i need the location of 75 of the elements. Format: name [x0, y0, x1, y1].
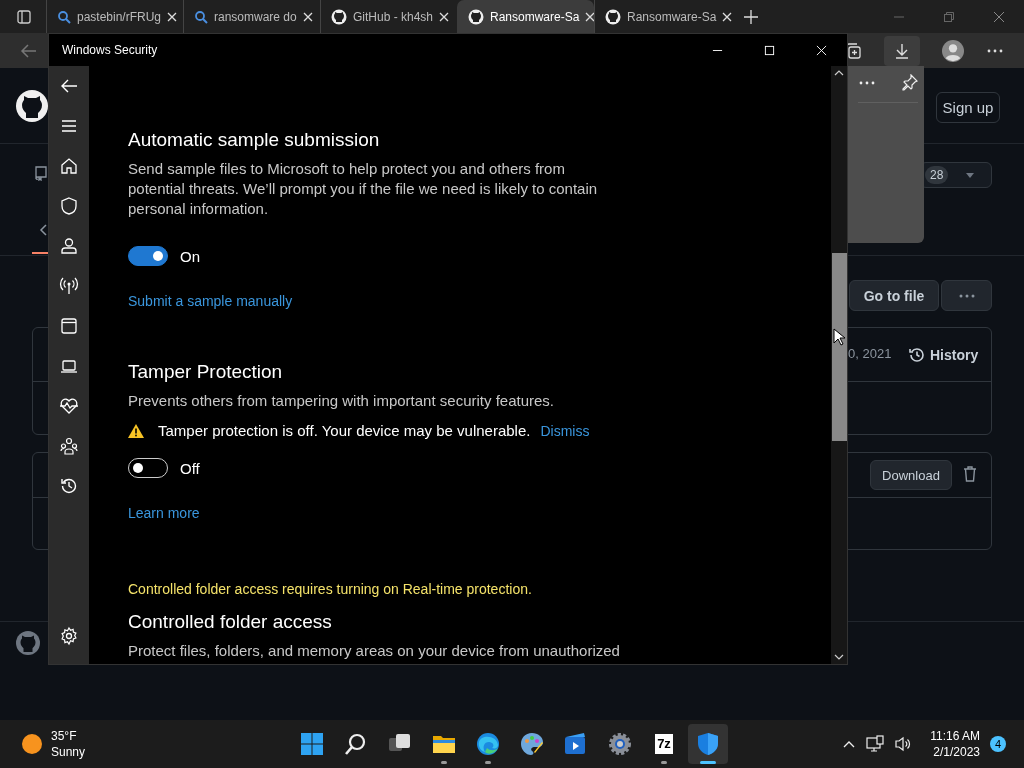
window-title: Windows Security	[62, 43, 158, 57]
more-icon	[957, 293, 976, 298]
warning-text: Tamper protection is off. Your device may be vulnerable.	[158, 421, 531, 441]
link[interactable]: Submit a sample manually	[128, 293, 293, 309]
archiver-icon: 7z	[655, 734, 673, 754]
app-window-icon[interactable]	[59, 316, 79, 336]
toggle-label: Off	[180, 459, 200, 477]
pin-icon[interactable]	[900, 74, 918, 92]
heart-pulse-icon[interactable]	[59, 396, 79, 416]
warning-icon	[128, 424, 144, 438]
gear-icon	[608, 732, 632, 756]
dismiss-link[interactable]: Dismiss	[540, 421, 590, 441]
description-text: Send sample files to Microsoft to help protect you and others from potential threats. We’ll prompt you if the file we need is likely to contain personal information.	[128, 159, 599, 219]
download-icon	[893, 41, 911, 60]
github-icon	[605, 8, 621, 25]
mouse-cursor-icon	[833, 328, 845, 346]
notice-text: Controlled folder access requires turning on Real-time protection.	[128, 580, 533, 599]
trash-icon[interactable]	[963, 466, 977, 482]
person-icon[interactable]	[59, 236, 79, 256]
restore-icon[interactable]	[943, 10, 955, 23]
network-icon[interactable]	[866, 735, 885, 753]
scrollbar-thumb[interactable]	[832, 253, 847, 441]
toggle-switch[interactable]	[128, 246, 168, 266]
downloads-button[interactable]	[884, 35, 920, 66]
history-icon	[908, 346, 926, 364]
notification-badge[interactable]: 4	[990, 736, 1006, 752]
edge-icon	[476, 732, 500, 756]
toggle-label: On	[180, 247, 200, 265]
temperature: 35°F	[51, 728, 78, 744]
search-icon	[344, 732, 368, 756]
antenna-icon[interactable]	[59, 276, 79, 296]
commit-date: 0, 2021	[848, 346, 892, 361]
link[interactable]: Learn more	[128, 505, 200, 521]
maximize-icon[interactable]	[764, 44, 775, 56]
scroll-down-icon[interactable]	[834, 654, 844, 660]
go-to-file-button[interactable]: Go to file	[849, 280, 939, 311]
weather-condition: Sunny	[51, 744, 86, 760]
volume-icon[interactable]	[894, 735, 913, 753]
taskbar-app[interactable]	[688, 724, 728, 764]
caret-icon	[966, 172, 975, 178]
history-icon[interactable]	[59, 476, 79, 496]
chevron-left-icon[interactable]	[39, 224, 47, 236]
family-icon[interactable]	[59, 436, 79, 456]
download-button[interactable]: Download	[870, 460, 952, 490]
search-icon	[57, 9, 71, 24]
count-badge: 28	[925, 166, 949, 184]
repo-icon	[33, 165, 49, 181]
profile-avatar[interactable]	[942, 39, 964, 62]
search-icon	[194, 9, 208, 24]
description-text: Protect files, folders, and memory areas on your device from unauthorized	[128, 641, 621, 661]
shield-icon	[696, 732, 720, 756]
sign-up-button[interactable]: Sign up	[936, 92, 1000, 123]
toggle-switch[interactable]	[128, 458, 168, 478]
browser-tab[interactable]: Ransomware-Sa	[457, 0, 594, 33]
windows-start-icon	[300, 732, 324, 756]
home-icon[interactable]	[59, 156, 79, 176]
scrollbar[interactable]	[831, 66, 847, 664]
scroll-up-icon[interactable]	[834, 70, 844, 76]
new-tab-icon[interactable]	[743, 8, 759, 25]
taskbar-app[interactable]: 7z	[644, 724, 684, 764]
github-logo[interactable]	[16, 90, 48, 122]
video-icon	[564, 732, 588, 756]
clock[interactable]: 11:16 AM 2/1/2023	[930, 728, 980, 760]
tab-actions-icon[interactable]	[16, 8, 32, 25]
sun-icon	[22, 734, 42, 754]
section-heading: Tamper Protection	[128, 360, 284, 384]
description-text: Prevents others from tampering with important security features.	[128, 391, 555, 411]
section-heading: Automatic sample submission	[128, 128, 381, 152]
history-link[interactable]: History	[908, 346, 979, 364]
settings-icon[interactable]	[59, 626, 79, 646]
section-heading: Controlled folder access	[128, 610, 333, 634]
shield-icon[interactable]	[59, 196, 79, 216]
github-icon	[331, 8, 347, 25]
github-icon	[468, 8, 484, 25]
palette-icon	[520, 732, 544, 756]
